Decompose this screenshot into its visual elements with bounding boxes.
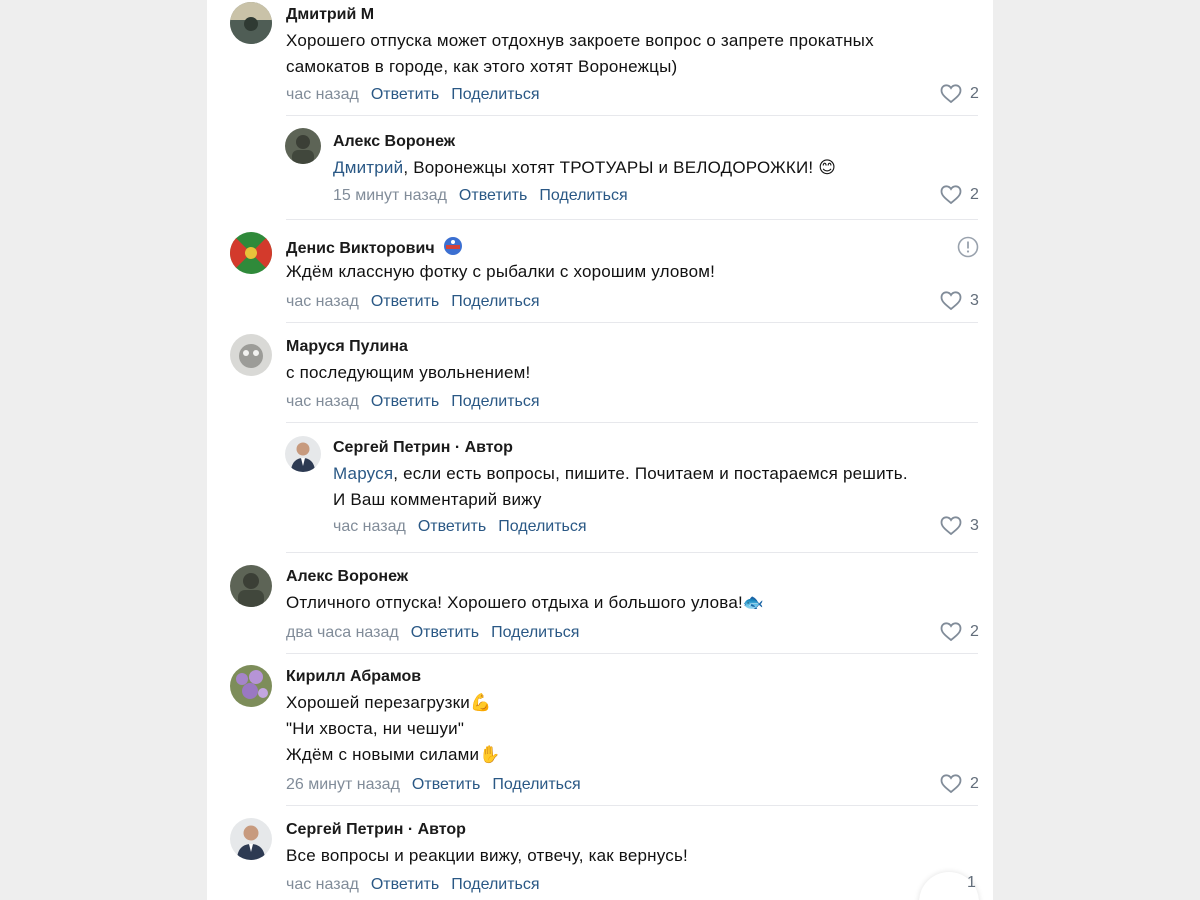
reply-button[interactable]: Ответить [459,187,527,204]
reply-button[interactable]: Ответить [371,393,439,410]
divider [286,653,978,654]
alert-circle-icon[interactable] [957,236,979,263]
comment-meta: час назад Ответить Поделиться [286,392,552,412]
comment-text: с последующим увольнением! [286,363,531,382]
comment-meta: два часа назад Ответить Поделиться [286,623,591,643]
comment-text-line: Маруся, если есть вопросы, пишите. Почит… [333,461,983,487]
comment-text-body: , если есть вопросы, пишите. Почитаем и … [393,464,908,483]
avatar[interactable] [230,2,272,44]
page-background-right [993,0,1200,900]
reply-button[interactable]: Ответить [418,518,486,535]
like-button[interactable]: 3 [940,516,979,536]
comment-author[interactable]: Алекс Воронеж [286,567,408,587]
comment-text-line: Хорошей перезагрузки💪 [286,693,492,712]
comment-text: Ждём классную фотку с рыбалки с хорошим … [286,262,716,281]
comment-meta: час назад Ответить Поделиться [286,85,552,105]
share-button[interactable]: Поделиться [451,86,539,103]
comment-time[interactable]: 26 минут назад [286,776,400,793]
page-background-left [0,0,207,900]
like-button[interactable]: 3 [940,291,979,311]
share-button[interactable]: Поделиться [539,187,627,204]
like-button[interactable]: 2 [940,774,979,794]
share-button[interactable]: Поделиться [498,518,586,535]
reply-button[interactable]: Ответить [371,293,439,310]
like-count: 3 [970,292,979,309]
share-button[interactable]: Поделиться [451,876,539,893]
comment-meta: 15 минут назад Ответить Поделиться [333,186,640,206]
comment-time[interactable]: час назад [333,518,406,535]
heart-icon [940,185,962,205]
reply-button[interactable]: Ответить [411,624,479,641]
comment-author[interactable]: Сергей Петрин · Автор [333,438,513,458]
heart-icon [940,774,962,794]
comment-author[interactable]: Дмитрий М [286,5,374,25]
comment-text: Маруся, если есть вопросы, пишите. Почит… [333,461,983,513]
like-button[interactable]: 2 [940,622,979,642]
share-button[interactable]: Поделиться [491,624,579,641]
divider [286,422,978,423]
comment-author[interactable]: Сергей Петрин · Автор [286,820,466,840]
comment-meta: час назад Ответить Поделиться [286,875,552,895]
comment-meta: час назад Ответить Поделиться [333,517,599,537]
reply-button[interactable]: Ответить [371,876,439,893]
avatar[interactable] [230,334,272,376]
comment-author[interactable]: Маруся Пулина [286,337,408,357]
like-count: 1 [967,874,976,891]
comment-time[interactable]: два часа назад [286,624,399,641]
comment-text-line: самокатов в городе, как этого хотят Воро… [286,57,678,76]
comment-time[interactable]: 15 минут назад [333,187,447,204]
like-button[interactable]: 1 [967,873,976,893]
comment-text: Дмитрий, Воронежцы хотят ТРОТУАРЫ и ВЕЛО… [333,155,983,181]
reply-button[interactable]: Ответить [412,776,480,793]
avatar[interactable] [230,818,272,860]
like-count: 2 [970,186,979,203]
reply-button[interactable]: Ответить [371,86,439,103]
author-name: Денис Викторович [286,240,435,257]
avatar[interactable] [230,665,272,707]
comment-author[interactable]: Алекс Воронеж [333,132,455,152]
heart-icon [940,84,962,104]
comment-time[interactable]: час назад [286,86,359,103]
avatar[interactable] [285,128,321,164]
comment-time[interactable]: час назад [286,876,359,893]
avatar[interactable] [230,565,272,607]
mention-link[interactable]: Маруся [333,464,393,483]
share-button[interactable]: Поделиться [451,293,539,310]
like-count: 2 [970,775,979,792]
avatar[interactable] [230,232,272,274]
mention-link[interactable]: Дмитрий [333,158,403,177]
comment-time[interactable]: час назад [286,293,359,310]
divider [286,322,978,323]
avatar[interactable] [285,436,321,472]
comment-author[interactable]: Кирилл Абрамов [286,667,421,687]
divider [286,219,978,220]
divider [286,552,978,553]
like-count: 3 [970,517,979,534]
heart-icon [940,516,962,536]
divider [286,805,978,806]
comment-text: Хорошего отпуска может отдохнув закроете… [286,28,976,80]
heart-icon [940,291,962,311]
heart-icon [940,622,962,642]
share-button[interactable]: Поделиться [492,776,580,793]
comment-time[interactable]: час назад [286,393,359,410]
like-button[interactable]: 2 [940,185,979,205]
like-count: 2 [970,623,979,640]
comment-text: Отличного отпуска! Хорошего отдыха и бол… [286,593,765,612]
like-count: 2 [970,85,979,102]
comment-text-line: Хорошего отпуска может отдохнув закроете… [286,31,874,50]
like-button[interactable]: 2 [940,84,979,104]
comment-text-line: И Ваш комментарий вижу [333,490,542,509]
comment-text-body: , Воронежцы хотят ТРОТУАРЫ и ВЕЛОДОРОЖКИ… [403,158,837,177]
comments-panel: Дмитрий М Хорошего отпуска может отдохну… [207,0,993,900]
comment-text: Хорошей перезагрузки💪 "Ни хвоста, ни чеш… [286,690,976,768]
divider [286,115,978,116]
comment-text-line: "Ни хвоста, ни чешуи" [286,719,465,738]
comment-text-line: Ждём с новыми силами✋ [286,745,501,764]
comment-meta: 26 минут назад Ответить Поделиться [286,775,593,795]
comment-text: Все вопросы и реакции вижу, отвечу, как … [286,846,688,865]
comment-meta: час назад Ответить Поделиться [286,292,552,312]
share-button[interactable]: Поделиться [451,393,539,410]
